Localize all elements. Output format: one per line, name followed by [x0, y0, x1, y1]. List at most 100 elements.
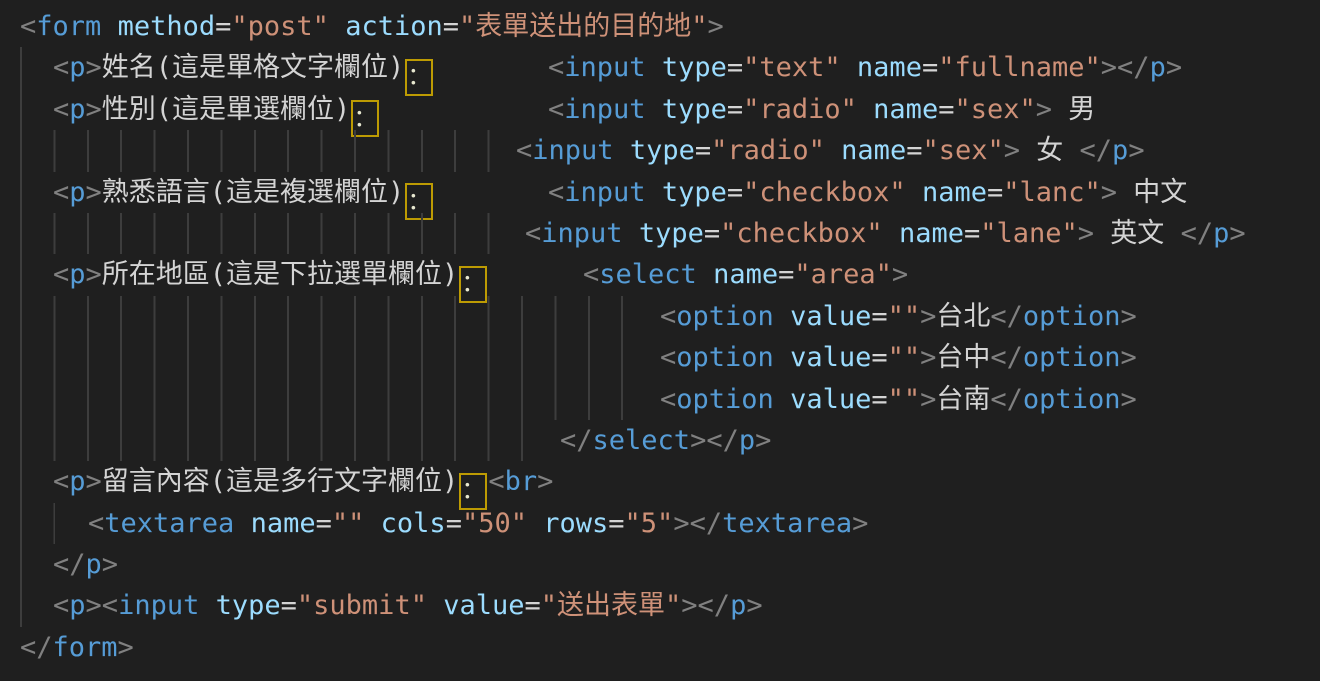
- code-token-o: =: [906, 135, 922, 166]
- code-token-t: p: [1213, 218, 1229, 249]
- code-token-p: <: [102, 590, 118, 621]
- code-token-a: type: [630, 135, 695, 166]
- code-token-t: p: [69, 177, 85, 208]
- code-token-o: =: [871, 384, 887, 415]
- code-token-a: name: [899, 218, 964, 249]
- code-token-p: >: [537, 466, 553, 497]
- code-line[interactable]: </p>: [0, 544, 1320, 585]
- code-token-s: "submit": [297, 590, 427, 621]
- code-token-s: "checkbox": [743, 177, 906, 208]
- code-editor[interactable]: <form method="post" action="表單送出的目的地"><p…: [0, 0, 1320, 681]
- code-token-o: =: [922, 52, 938, 83]
- code-token-s: "post": [231, 11, 329, 42]
- code-line[interactable]: <input type="checkbox" name="lane"> 英文 <…: [0, 213, 1320, 254]
- code-line[interactable]: <p>留言內容(這是多行文字欄位)：<br>: [0, 461, 1320, 502]
- indent-guides: [20, 544, 22, 585]
- code-token-t: input: [564, 177, 645, 208]
- code-token-s: "checkbox": [720, 218, 883, 249]
- code-token-x: 所在地區(這是下拉選單欄位): [102, 259, 459, 290]
- indent-guides: [20, 461, 22, 502]
- code-token-p: >: [86, 94, 102, 125]
- code-line[interactable]: <option value="">台中</option>: [0, 337, 1320, 378]
- code-token-t: textarea: [722, 508, 852, 539]
- code-token-t: select: [593, 425, 691, 456]
- code-segment: <input type="text" name="fullname"></p>: [548, 47, 1182, 88]
- code-token-x: [329, 11, 345, 42]
- code-token-o: =: [871, 301, 887, 332]
- code-line[interactable]: <textarea name="" cols="50" rows="5"></t…: [0, 503, 1320, 544]
- code-line[interactable]: <p>姓名(這是單格文字欄位)：<input type="text" name=…: [0, 47, 1320, 88]
- code-line[interactable]: <p>熟悉語言(這是複選欄位)：<input type="checkbox" n…: [0, 172, 1320, 213]
- code-token-x: [234, 508, 250, 539]
- code-token-s: "表單送出的目的地": [459, 11, 708, 42]
- code-token-x: [906, 177, 922, 208]
- code-line[interactable]: <option value="">台北</option>: [0, 296, 1320, 337]
- code-token-s: "sex": [954, 94, 1035, 125]
- code-token-a: name: [713, 259, 778, 290]
- code-token-o: =: [316, 508, 332, 539]
- code-token-p: </: [560, 425, 593, 456]
- code-line[interactable]: <p>性別(這是單選欄位)：<input type="radio" name="…: [0, 89, 1320, 130]
- code-token-t: option: [1023, 301, 1121, 332]
- indent-guides: [20, 47, 22, 88]
- code-token-s: "5": [625, 508, 674, 539]
- code-token-o: =: [987, 177, 1003, 208]
- code-segment: <input type="checkbox" name="lanc"> 中文: [548, 172, 1187, 213]
- code-token-t: option: [1023, 342, 1121, 373]
- code-token-o: =: [727, 177, 743, 208]
- code-token-a: value: [790, 342, 871, 373]
- code-token-p: <: [548, 52, 564, 83]
- code-token-p: >: [86, 590, 102, 621]
- code-token-x: [614, 135, 630, 166]
- code-token-a: type: [216, 590, 281, 621]
- code-token-a: name: [251, 508, 316, 539]
- code-line[interactable]: <input type="radio" name="sex"> 女 </p>: [0, 130, 1320, 171]
- code-line[interactable]: </form>: [0, 627, 1320, 668]
- code-token-x: 台北: [936, 301, 990, 332]
- code-token-x: 留言內容(這是多行文字欄位): [102, 466, 459, 497]
- code-line[interactable]: <p><input type="submit" value="送出表單"></p…: [0, 585, 1320, 626]
- indent-guides: [20, 254, 22, 295]
- indent-guides: [20, 89, 22, 130]
- code-token-t: p: [1150, 52, 1166, 83]
- code-token-x: [883, 218, 899, 249]
- code-token-x: 性別(這是單選欄位): [102, 94, 351, 125]
- code-token-p: <: [53, 52, 69, 83]
- code-token-a: method: [118, 11, 216, 42]
- code-token-t: input: [564, 52, 645, 83]
- code-token-p: >: [746, 590, 762, 621]
- code-token-a: cols: [381, 508, 446, 539]
- code-token-p: >: [1229, 218, 1245, 249]
- code-token-a: value: [790, 301, 871, 332]
- code-token-s: "": [888, 301, 921, 332]
- code-line[interactable]: <option value="">台南</option>: [0, 379, 1320, 420]
- code-token-x: [427, 590, 443, 621]
- code-token-p: </: [990, 384, 1023, 415]
- code-token-a: name: [841, 135, 906, 166]
- code-token-p: </: [20, 632, 53, 663]
- code-token-a: rows: [543, 508, 608, 539]
- code-segment: <textarea name="" cols="50" rows="5"></t…: [88, 503, 868, 544]
- code-token-p: >: [920, 342, 936, 373]
- code-line[interactable]: </select></p>: [0, 420, 1320, 461]
- code-token-s: "": [332, 508, 365, 539]
- code-token-x: [364, 508, 380, 539]
- code-token-p: >: [1120, 301, 1136, 332]
- code-line[interactable]: <p>所在地區(這是下拉選單欄位)：<select name="area">: [0, 254, 1320, 295]
- code-token-o: =: [695, 135, 711, 166]
- code-token-s: "lanc": [1003, 177, 1101, 208]
- code-token-a: name: [873, 94, 938, 125]
- indent-guides: [20, 213, 490, 254]
- code-token-o: =: [727, 94, 743, 125]
- code-token-x: 中文: [1117, 177, 1187, 208]
- code-line[interactable]: <form method="post" action="表單送出的目的地">: [0, 6, 1320, 47]
- code-token-p: <: [488, 466, 504, 497]
- code-segment: </form>: [20, 627, 134, 668]
- code-token-t: br: [505, 466, 538, 497]
- indent-guides: [20, 130, 490, 171]
- code-token-o: =: [443, 11, 459, 42]
- code-token-s: "sex": [922, 135, 1003, 166]
- code-token-p: <: [516, 135, 532, 166]
- code-token-p: >: [1120, 342, 1136, 373]
- code-token-t: p: [69, 466, 85, 497]
